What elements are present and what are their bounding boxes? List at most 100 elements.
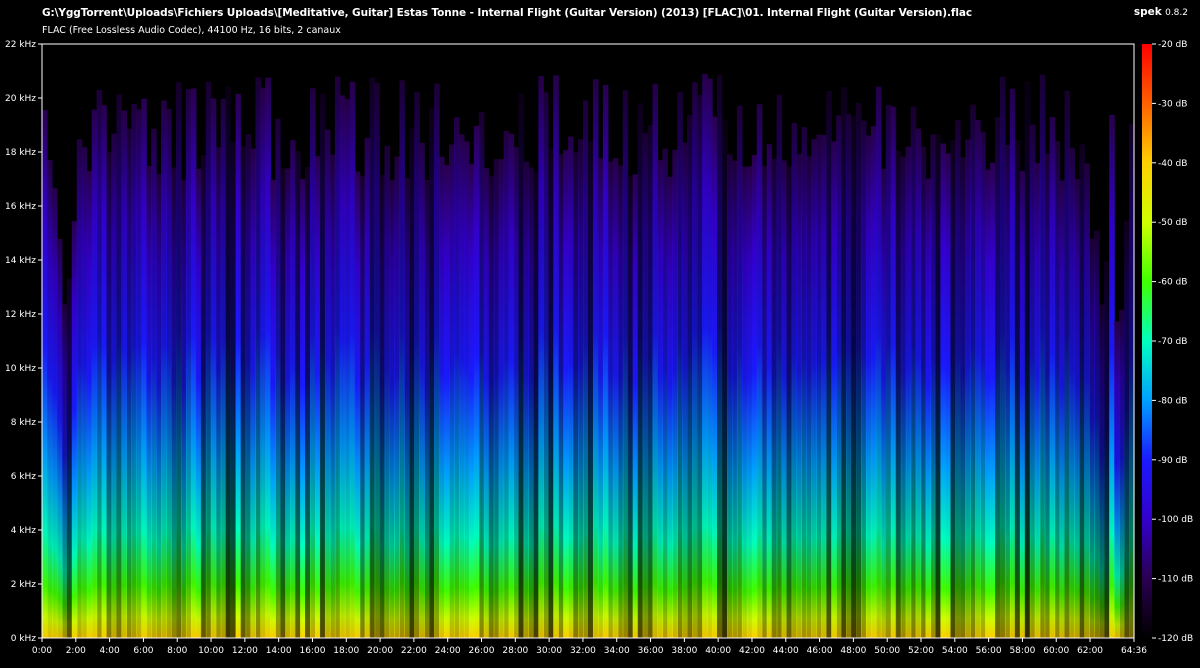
spectrogram-column [741, 166, 748, 638]
spectrogram-column [831, 141, 837, 638]
spectrogram-column [1054, 141, 1061, 638]
spectrogram-column [1114, 321, 1120, 638]
x-tick-label: 20:00 [367, 646, 393, 656]
spectrogram-column [1084, 163, 1090, 639]
spectrogram-column [146, 166, 152, 638]
spectrogram-gap [841, 44, 847, 638]
spectrogram-column [662, 148, 669, 638]
x-tick-label: 62:00 [1077, 646, 1103, 656]
spectrogram-column [190, 88, 197, 638]
spectrogram-gap [379, 44, 386, 638]
spectrogram-column [339, 95, 346, 638]
spectrogram-column [1059, 180, 1066, 638]
db-tick-label: -80 dB [1158, 396, 1187, 406]
spectrogram-column [702, 73, 708, 638]
db-tick-label: -50 dB [1158, 218, 1187, 228]
spectrogram-column [712, 116, 718, 638]
spectrogram-column [444, 165, 450, 638]
spectrogram-column [766, 144, 773, 638]
spectrogram-column [86, 171, 93, 638]
spectrogram-column [195, 168, 202, 638]
spectrogram-column [880, 169, 887, 638]
spectrogram-column [617, 165, 624, 638]
x-tick-label: 56:00 [976, 646, 1002, 656]
db-tick-label: -20 dB [1158, 40, 1187, 50]
spectrogram-column [354, 171, 361, 638]
spectrogram-column [329, 154, 336, 638]
spectrogram-column [449, 144, 455, 638]
x-tick-label: 54:00 [942, 646, 968, 656]
spectrogram-column [1094, 230, 1100, 638]
spectrogram-column [657, 160, 664, 638]
spectrogram-column [1004, 145, 1011, 638]
spectrogram-column [865, 135, 872, 638]
spectrogram-column [166, 109, 172, 638]
x-tick-label: 38:00 [671, 646, 697, 656]
spectrogram-column [816, 134, 822, 638]
spectrogram-column [940, 143, 946, 638]
spectrogram-column [300, 179, 306, 638]
spectrogram-column [965, 139, 971, 638]
spectrogram-gap [518, 44, 525, 638]
spectrogram-column [1049, 117, 1056, 638]
spectrogram-column [96, 90, 103, 638]
db-tick-label: -100 dB [1158, 515, 1193, 525]
y-tick-label: 0 kHz [11, 634, 37, 644]
spectrogram-column [726, 154, 733, 639]
spectrogram-column [180, 180, 187, 638]
spectrogram-column [563, 150, 569, 638]
spectrogram-column [399, 80, 405, 638]
spectrogram-column [46, 160, 53, 638]
spectrogram-gap [687, 44, 693, 638]
spectrogram-column [1039, 74, 1046, 638]
spectrogram-column [81, 147, 88, 639]
y-tick-label: 10 kHz [5, 364, 36, 374]
spectrogram-gap [826, 44, 832, 638]
db-color-bar [1142, 44, 1152, 638]
spectrogram-column [334, 76, 341, 638]
spectrogram-column [389, 180, 396, 638]
spectrogram-column [310, 88, 316, 638]
spectrogram-gap [771, 44, 778, 638]
spectrogram-column [404, 177, 410, 638]
spectrogram-column [781, 160, 788, 638]
spectrogram-gap [697, 44, 703, 638]
x-tick-label: 32:00 [570, 646, 596, 656]
spectrogram-column [275, 118, 281, 639]
spectrogram-column [1044, 153, 1051, 639]
spectrogram-column [141, 98, 147, 639]
spectrogram-column [945, 153, 951, 639]
spectrogram-column [463, 141, 470, 638]
spectrogram-column [285, 168, 291, 638]
spectrogram-gap [240, 44, 247, 638]
spectrogram-column [776, 94, 783, 639]
spectrogram-gap [1099, 44, 1105, 638]
spectrogram-column [498, 159, 505, 639]
spectrogram-gap [369, 44, 376, 638]
spectrogram-gap [851, 44, 857, 638]
spectrogram-column [528, 167, 534, 638]
spectrogram-column [583, 100, 589, 638]
spectrogram-column [1029, 124, 1036, 638]
spectrogram-gap [637, 44, 644, 638]
x-tick-label: 8:00 [167, 646, 187, 656]
spectrogram-column [731, 160, 738, 638]
spectrogram-column [1019, 171, 1026, 638]
spectrogram-gap [280, 44, 286, 638]
spectrogram-column [796, 154, 803, 638]
spectrogram-column [597, 158, 604, 638]
db-tick-label: -30 dB [1158, 99, 1187, 109]
spectrogram-gap [717, 44, 723, 638]
spectrogram-gap [176, 44, 182, 638]
spectrogram-column [846, 113, 852, 638]
x-tick-label: 16:00 [299, 646, 325, 656]
spectrogram-gap [722, 44, 728, 638]
x-tick-label: 22:00 [401, 646, 427, 656]
spectrogram-column [61, 304, 68, 638]
x-tick-label: 30:00 [536, 646, 562, 656]
db-tick-label: -70 dB [1158, 337, 1187, 347]
x-tick-label: 60:00 [1043, 646, 1069, 656]
x-tick-label: 46:00 [807, 646, 833, 656]
x-tick-label: 18:00 [333, 646, 359, 656]
db-tick-label: -120 dB [1158, 634, 1193, 644]
